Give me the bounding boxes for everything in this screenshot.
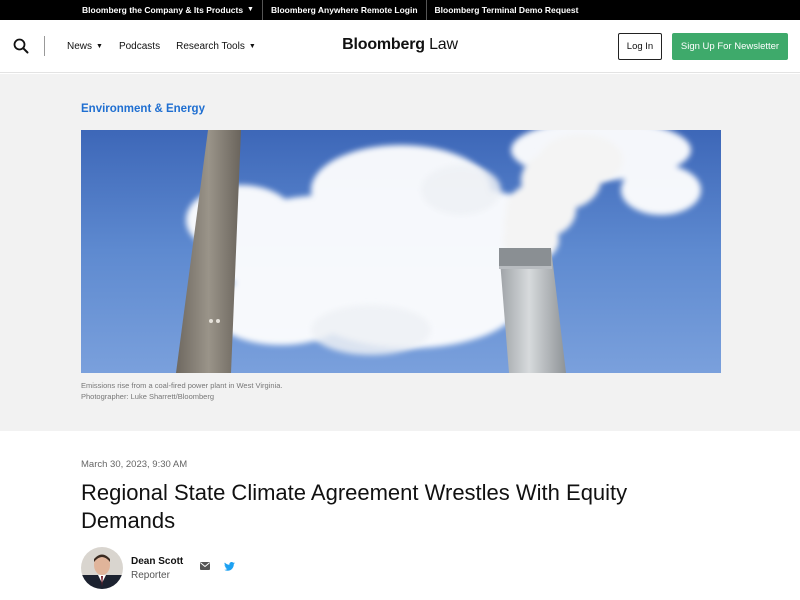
chevron-down-icon: ▼ <box>96 43 103 50</box>
caption-text: Emissions rise from a coal-fired power p… <box>81 381 283 390</box>
photo-credit: Photographer: Luke Sharrett/Bloomberg <box>81 392 214 401</box>
author-info: Dean Scott Reporter <box>131 556 183 581</box>
category-link[interactable]: Environment & Energy <box>81 103 205 115</box>
topbar-link-remote-login[interactable]: Bloomberg Anywhere Remote Login <box>263 0 426 20</box>
header-divider <box>44 36 45 56</box>
nav-podcasts[interactable]: Podcasts <box>119 41 160 52</box>
chevron-down-icon: ▼ <box>247 6 254 13</box>
photo-caption: Emissions rise from a coal-fired power p… <box>81 380 282 402</box>
share-links <box>199 560 247 572</box>
hero-section: Environment & Energy Emissions rise from… <box>0 74 800 431</box>
hero-photo <box>81 130 721 373</box>
nav-news[interactable]: News ▼ <box>67 41 103 52</box>
top-bar: Bloomberg the Company & Its Products ▼ B… <box>0 0 800 20</box>
logo-main: Bloomberg <box>342 36 425 53</box>
topbar-link-company[interactable]: Bloomberg the Company & Its Products ▼ <box>74 0 262 20</box>
logo-sub: Law <box>429 36 458 53</box>
article-headline: Regional State Climate Agreement Wrestle… <box>81 480 628 533</box>
chevron-down-icon: ▼ <box>248 43 256 50</box>
author-name[interactable]: Dean Scott <box>131 556 183 567</box>
topbar-link-demo-request[interactable]: Bloomberg Terminal Demo Request <box>427 0 587 20</box>
main-nav: News ▼ Podcasts Research Tools ▼ <box>67 20 272 73</box>
nav-research-tools[interactable]: Research Tools ▼ <box>176 41 256 52</box>
login-button[interactable]: Log In <box>618 33 662 60</box>
article-date: March 30, 2023, 9:30 AM <box>81 459 188 470</box>
twitter-icon[interactable] <box>223 560 235 572</box>
author-role: Reporter <box>131 569 170 581</box>
email-icon[interactable] <box>199 560 211 572</box>
signup-newsletter-button[interactable]: Sign Up For Newsletter <box>672 33 788 60</box>
author-avatar[interactable] <box>81 547 123 589</box>
search-icon[interactable] <box>12 37 30 55</box>
site-header: News ▼ Podcasts Research Tools ▼ Bloombe… <box>0 20 800 73</box>
author-byline: Dean Scott Reporter <box>81 547 247 589</box>
